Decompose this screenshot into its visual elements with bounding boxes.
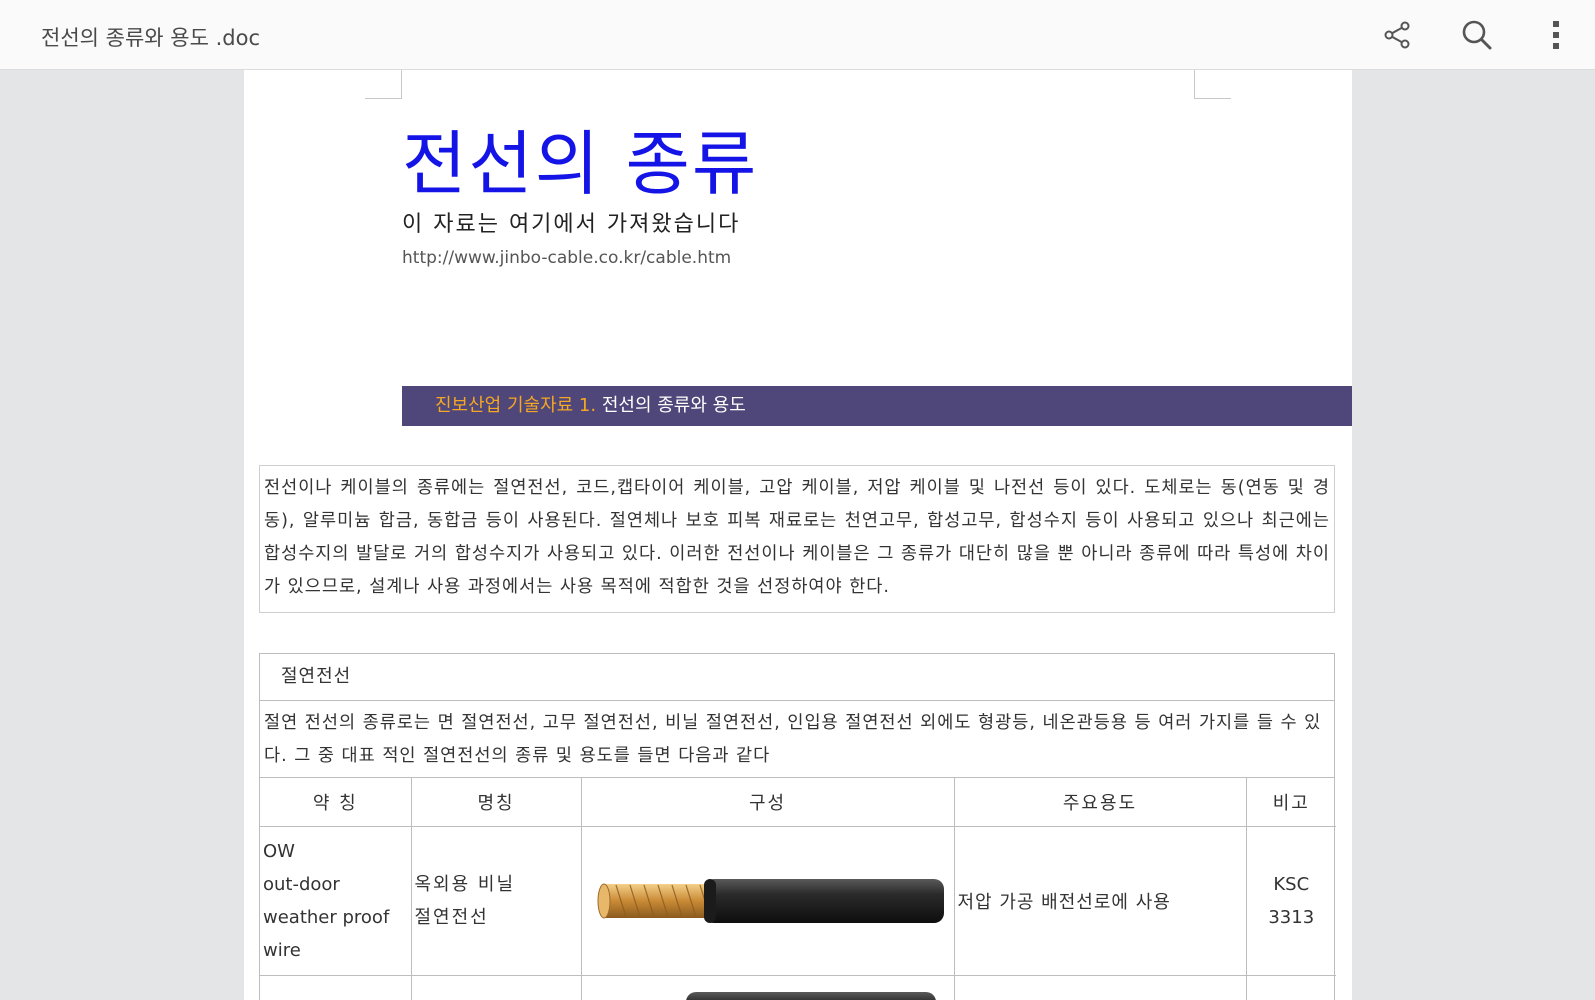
cell-usage: 저압 가공 배전선로에 사용 xyxy=(954,827,1246,976)
table-row xyxy=(260,976,1336,1000)
more-vert-icon[interactable] xyxy=(1540,19,1572,51)
note-line: 3313 xyxy=(1248,901,1336,934)
app-bar: 전선의 종류와 용도 .doc xyxy=(0,0,1595,70)
section-heading: 절연전선 xyxy=(260,654,1334,701)
abbr-line: out-door xyxy=(263,868,411,901)
cell-note: KSC 3313 xyxy=(1246,827,1336,976)
cell-abbr xyxy=(260,976,411,1000)
banner-text: 전선의 종류와 용도 xyxy=(596,395,746,416)
crop-mark-left xyxy=(365,70,402,99)
abbr-line: OW xyxy=(263,835,411,868)
banner-accent-text: 진보산업 기술자료 1. xyxy=(435,395,596,416)
table-row: OW out-door weather proof wire 옥외용 비닐 절연… xyxy=(260,827,1336,976)
section-banner: 진보산업 기술자료 1. 전선의 종류와 용도 xyxy=(402,386,1352,426)
source-url: http://www.jinbo-cable.co.kr/cable.htm xyxy=(402,248,731,268)
wire-cross-section-image xyxy=(596,876,946,926)
cell-abbr: OW out-door weather proof wire xyxy=(260,827,411,976)
document-subtitle: 이 자료는 여기에서 가져왔습니다 xyxy=(402,206,740,238)
column-header-name: 명칭 xyxy=(411,778,581,827)
table-header-row: 약 칭 명칭 구성 주요용도 비고 xyxy=(260,778,1336,827)
crop-mark-right xyxy=(1194,70,1231,99)
cell-composition-image xyxy=(581,827,954,976)
document-page[interactable]: 전선의 종류 이 자료는 여기에서 가져왔습니다 http://www.jinb… xyxy=(244,70,1352,1000)
cell-note xyxy=(1246,976,1336,1000)
name-line: 절연전선 xyxy=(415,901,580,934)
name-line: 옥외용 비닐 xyxy=(415,868,580,901)
column-header-usage: 주요용도 xyxy=(954,778,1246,827)
share-icon[interactable] xyxy=(1381,19,1413,51)
cell-composition-image xyxy=(581,976,954,1000)
search-icon[interactable] xyxy=(1461,19,1493,51)
cell-usage xyxy=(954,976,1246,1000)
wire-cross-section-image xyxy=(596,976,946,1000)
note-line: KSC xyxy=(1248,868,1336,901)
document-filename: 전선의 종류와 용도 .doc xyxy=(41,22,260,52)
wire-spec-table: 약 칭 명칭 구성 주요용도 비고 OW out-door weather pr… xyxy=(260,778,1336,1000)
cell-name xyxy=(411,976,581,1000)
cell-name: 옥외용 비닐 절연전선 xyxy=(411,827,581,976)
abbr-line: weather proof xyxy=(263,901,411,934)
column-header-composition: 구성 xyxy=(581,778,954,827)
section-description: 절연 전선의 종류로는 면 절연전선, 고무 절연전선, 비닐 절연전선, 인입… xyxy=(260,701,1334,778)
document-title: 전선의 종류 xyxy=(402,108,758,209)
column-header-note: 비고 xyxy=(1246,778,1336,827)
insulated-wire-section: 절연전선 절연 전선의 종류로는 면 절연전선, 고무 절연전선, 비닐 절연전… xyxy=(259,653,1335,1000)
column-header-abbr: 약 칭 xyxy=(260,778,411,827)
intro-paragraph: 전선이나 케이블의 종류에는 절연전선, 코드,캡타이어 케이블, 고압 케이블… xyxy=(259,465,1335,613)
abbr-line: wire xyxy=(263,934,411,967)
